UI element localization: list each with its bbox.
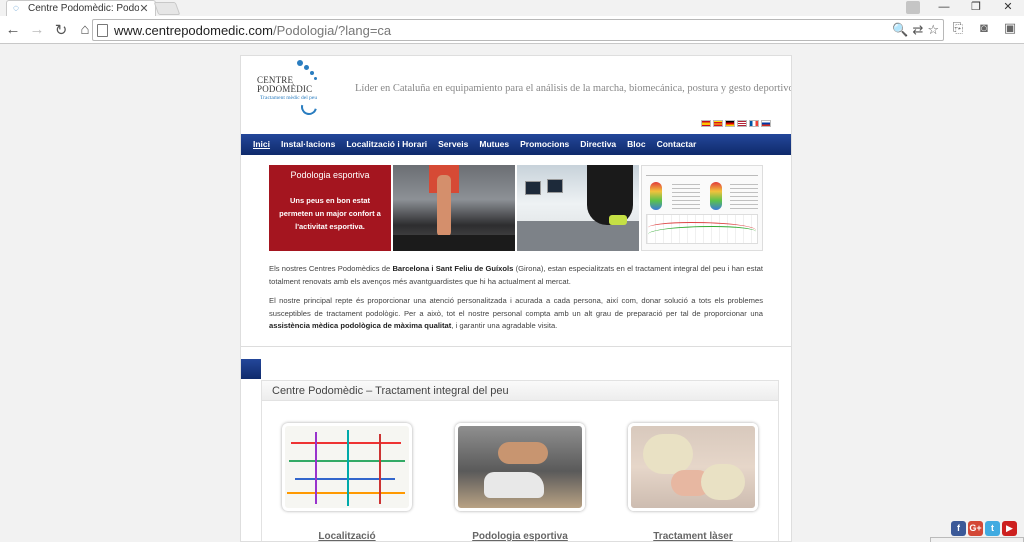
banner-title: Podologia esportiva <box>290 170 370 180</box>
nav-item-localitzacio[interactable]: Localització i Horari <box>346 139 427 149</box>
main-nav: Inici Instal·lacions Localització i Hora… <box>241 134 791 155</box>
intro-text: Els nostres Centres Podomèdics de Barcel… <box>269 263 763 340</box>
intro-paragraph-2: El nostre principal repte és proporciona… <box>269 296 763 330</box>
tab-close-icon[interactable]: ✕ <box>139 2 149 15</box>
close-window-button[interactable]: ✕ <box>992 0 1024 16</box>
running-shoe-thumbnail[interactable] <box>455 423 585 511</box>
browser-tab[interactable]: ◌ Centre Podomèdic: Podolo ✕ <box>6 0 156 16</box>
pressure-report-image <box>641 165 763 251</box>
address-bar[interactable]: www.centrepodomedic.com/Podologia/?lang=… <box>92 19 944 41</box>
flag-en-icon[interactable] <box>737 120 747 127</box>
url-text[interactable]: www.centrepodomedic.com/Podologia/?lang=… <box>114 23 391 38</box>
back-button[interactable]: ← <box>2 19 24 41</box>
camera-icon[interactable]: ◙ <box>976 20 992 36</box>
nav-item-serveis[interactable]: Serveis <box>438 139 468 149</box>
facebook-icon[interactable]: f <box>951 521 966 536</box>
flag-de-icon[interactable] <box>725 120 735 127</box>
section-title: Centre Podomèdic – Tractament integral d… <box>262 381 778 401</box>
forward-button[interactable]: → <box>26 19 48 41</box>
social-links: f G+ t ▶ <box>951 521 1017 536</box>
treadmill-photo <box>393 165 515 251</box>
nav-item-bloc[interactable]: Bloc <box>627 139 645 149</box>
menu-icon[interactable]: ▣ <box>1002 20 1018 36</box>
window-controls: — ❐ ✕ <box>928 0 1024 16</box>
nav-item-promocions[interactable]: Promocions <box>520 139 569 149</box>
nav-item-mutues[interactable]: Mutues <box>479 139 509 149</box>
twitter-icon[interactable]: t <box>985 521 1000 536</box>
nav-item-directiva[interactable]: Directiva <box>580 139 616 149</box>
flag-ca-icon[interactable] <box>713 120 723 127</box>
card-link-tractament-laser[interactable]: Tractament làser <box>618 531 768 541</box>
reload-button[interactable]: ↻ <box>50 19 72 41</box>
google-plus-icon[interactable]: G+ <box>968 521 983 536</box>
youtube-icon[interactable]: ▶ <box>1002 521 1017 536</box>
gait-lab-photo <box>517 165 639 251</box>
hero-banner: Podologia esportiva Uns peus en bon esta… <box>269 165 763 251</box>
flag-fr-icon[interactable] <box>749 120 759 127</box>
extension-icon[interactable]: ⎘ <box>950 20 966 36</box>
language-flags <box>701 120 771 127</box>
new-tab-button[interactable] <box>153 2 181 15</box>
section-ribbon <box>241 359 261 379</box>
services-section: Centre Podomèdic – Tractament integral d… <box>261 380 779 541</box>
bookmark-star-icon[interactable]: ☆ <box>927 22 939 38</box>
banner-text: Uns peus en bon estat permeten un major … <box>279 196 381 231</box>
site-logo[interactable]: CENTRE PODOMÈDIC Tractament mèdic del pe… <box>257 58 329 118</box>
page-icon <box>97 23 108 37</box>
flag-ru-icon[interactable] <box>761 120 771 127</box>
nav-item-installacions[interactable]: Instal·lacions <box>281 139 335 149</box>
zoom-icon[interactable]: 🔍 <box>892 22 908 38</box>
card-link-podologia-esportiva[interactable]: Podologia esportiva <box>445 531 595 541</box>
content-divider <box>241 346 791 347</box>
tab-strip: ◌ Centre Podomèdic: Podolo ✕ — ❐ ✕ <box>0 0 1024 16</box>
browser-toolbar: ← → ↻ ⌂ www.centrepodomedic.com/Podologi… <box>0 16 1024 44</box>
flag-es-icon[interactable] <box>701 120 711 127</box>
header-tagline: Líder en Cataluña en equipamiento para e… <box>355 83 792 94</box>
translate-icon[interactable]: ⇄ <box>912 22 923 38</box>
nav-item-inici[interactable]: Inici <box>253 139 270 149</box>
logo-line-2: PODOMÈDIC <box>257 84 313 94</box>
tab-title: Centre Podomèdic: Podolo <box>28 3 139 14</box>
web-page: CENTRE PODOMÈDIC Tractament mèdic del pe… <box>240 55 792 542</box>
nav-item-contactar[interactable]: Contactar <box>657 139 697 149</box>
card-link-localitzacio[interactable]: Localització <box>272 531 422 541</box>
intro-paragraph-1: Els nostres Centres Podomèdics de Barcel… <box>269 264 764 286</box>
banner-promo[interactable]: Podologia esportiva Uns peus en bon esta… <box>269 165 391 251</box>
profile-icon[interactable] <box>906 1 920 14</box>
map-thumbnail[interactable] <box>282 423 412 511</box>
minimize-button[interactable]: — <box>928 0 960 16</box>
status-bubble <box>930 537 1024 542</box>
loading-spinner-icon: ◌ <box>13 2 19 14</box>
maximize-button[interactable]: ❐ <box>960 0 992 16</box>
laser-treatment-thumbnail[interactable] <box>628 423 758 511</box>
